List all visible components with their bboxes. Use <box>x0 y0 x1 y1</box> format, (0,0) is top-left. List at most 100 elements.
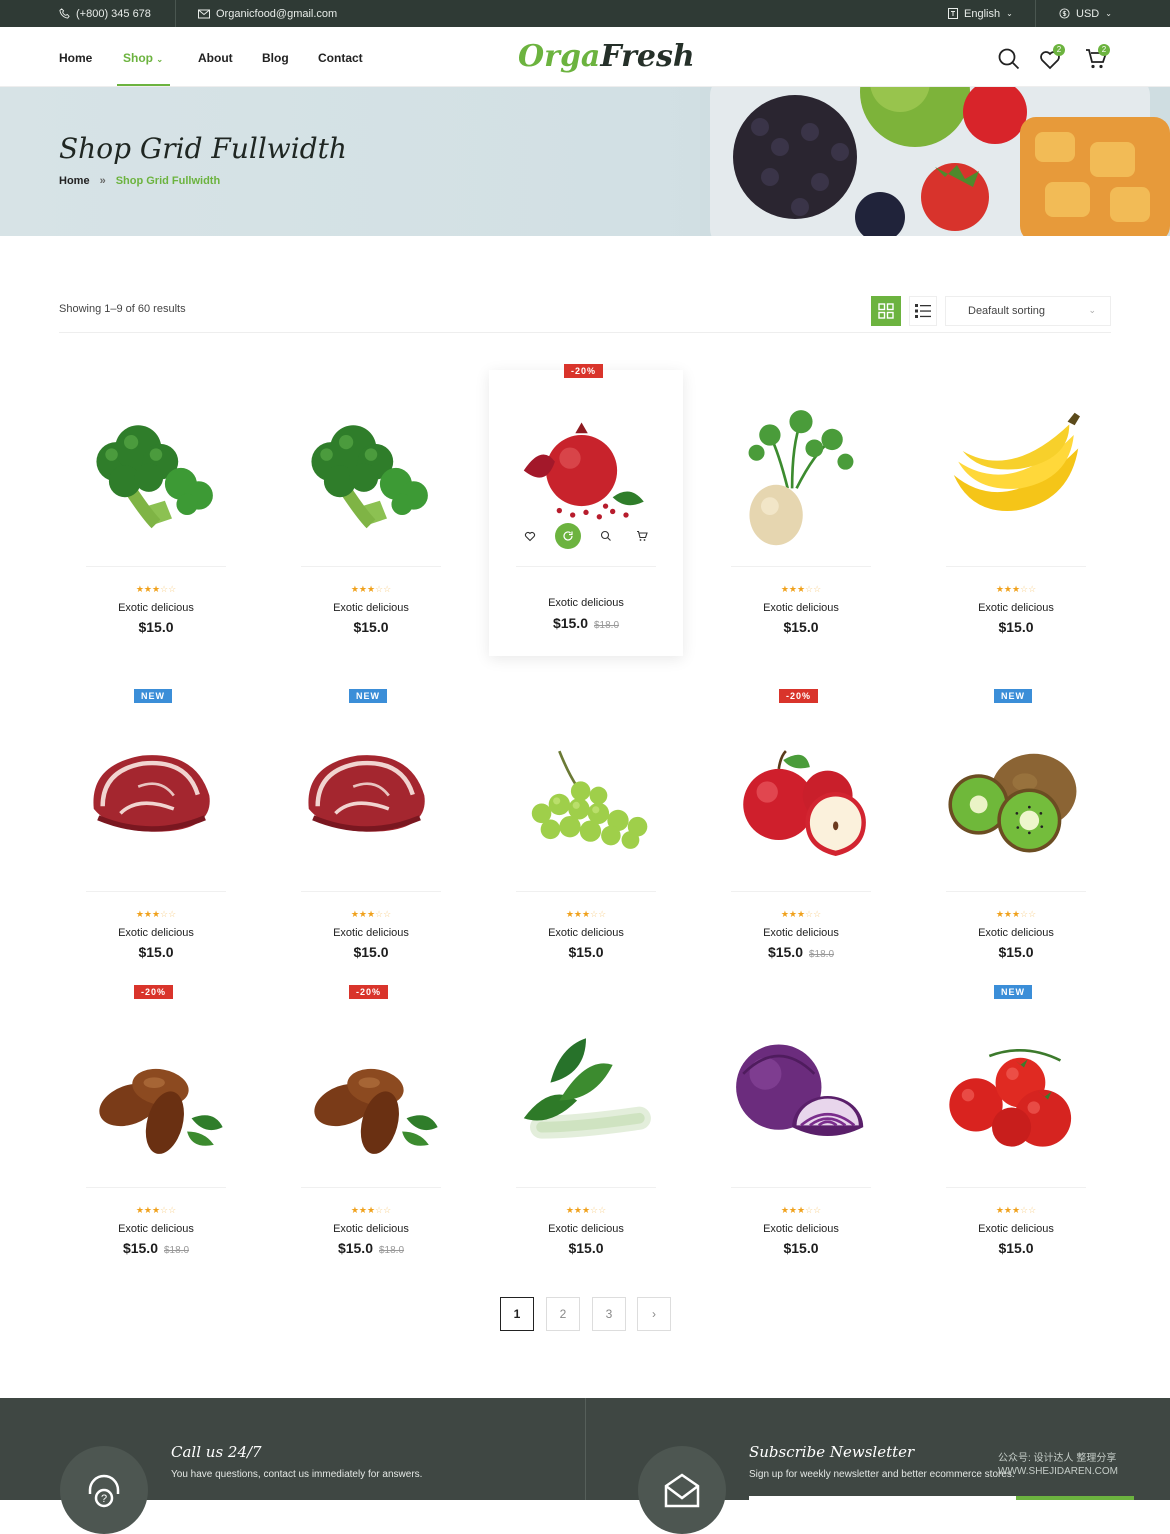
logo-text-fresh: Fresh <box>600 39 695 74</box>
page-2-button[interactable]: 2 <box>546 1297 580 1331</box>
product-card[interactable]: -20% ★★★☆☆ Exotic delicious $15.0 $18.0 <box>274 985 468 1277</box>
list-view-button[interactable] <box>909 296 937 326</box>
product-card[interactable]: ★★★☆☆ Exotic delicious $15.0 <box>274 370 468 656</box>
product-card[interactable]: ★★★☆☆ Exotic delicious $15.0 <box>704 370 898 656</box>
product-image-dates[interactable] <box>291 1011 451 1181</box>
page-3-button[interactable]: 3 <box>592 1297 626 1331</box>
product-rating: ★★★☆☆ <box>995 909 1037 919</box>
page-1-button[interactable]: 1 <box>500 1297 534 1331</box>
product-card[interactable]: ★★★☆☆ Exotic delicious $15.0 <box>704 991 898 1277</box>
product-image-grapes[interactable] <box>506 715 666 885</box>
product-name[interactable]: Exotic delicious <box>489 1223 683 1235</box>
add-to-wishlist-button[interactable] <box>519 525 541 547</box>
product-name[interactable]: Exotic delicious <box>274 602 468 614</box>
product-image-apple[interactable] <box>721 715 881 885</box>
product-image-red-cabbage[interactable] <box>721 1011 881 1181</box>
phone-contact[interactable]: (+800) 345 678 <box>59 0 151 27</box>
product-card[interactable]: NEW ★★★☆☆ Exotic delicious $15.0 <box>274 689 468 981</box>
sort-select[interactable]: Deafault sorting ⌄ <box>945 296 1111 326</box>
compare-button[interactable] <box>555 523 581 549</box>
product-card[interactable]: ★★★☆☆ Exotic delicious $15.0 <box>919 370 1113 656</box>
product-name[interactable]: Exotic delicious <box>919 1223 1113 1235</box>
product-image-dates[interactable] <box>76 1011 236 1181</box>
grid-view-button[interactable] <box>871 296 901 326</box>
topbar-divider <box>1035 0 1036 27</box>
nav-about[interactable]: About <box>198 51 233 65</box>
newsletter-email-input[interactable] <box>749 1496 1016 1500</box>
nav-shop[interactable]: Shop ⌄ <box>123 51 163 65</box>
product-image-tomato[interactable] <box>936 1011 1096 1181</box>
product-card[interactable]: ★★★☆☆ Exotic delicious $15.0 <box>59 370 253 656</box>
product-image-broccoli[interactable] <box>291 390 451 560</box>
product-name[interactable]: Exotic delicious <box>704 602 898 614</box>
product-image-meat[interactable] <box>76 715 236 885</box>
product-price-row: $15.0 $18.0 <box>489 615 683 631</box>
product-badge: NEW <box>994 689 1032 703</box>
product-price: $15.0 <box>138 944 174 960</box>
product-badge: NEW <box>134 689 172 703</box>
breadcrumb-home[interactable]: Home <box>59 175 90 187</box>
product-card[interactable]: -20% ★★★☆☆ Exotic delicious $15.0 $18.0 <box>704 689 898 981</box>
product-name[interactable]: Exotic delicious <box>274 1223 468 1235</box>
newsletter-subscribe-button[interactable] <box>1016 1496 1134 1500</box>
product-image-meat[interactable] <box>291 715 451 885</box>
search-icon <box>600 530 611 541</box>
product-image-bok-choy[interactable] <box>506 1011 666 1181</box>
product-price-row: $15.0 <box>59 944 253 960</box>
language-selector[interactable]: English ⌄ <box>948 0 1013 27</box>
product-name[interactable]: Exotic delicious <box>489 597 683 609</box>
quick-view-button[interactable] <box>595 525 617 547</box>
nav-contact[interactable]: Contact <box>318 51 363 65</box>
email-contact[interactable]: Organicfood@gmail.com <box>198 0 337 27</box>
product-card[interactable]: NEW ★★★☆☆ Exotic delicious $15.0 <box>59 689 253 981</box>
product-card[interactable]: ★★★☆☆ Exotic delicious $15.0 <box>489 695 683 981</box>
envelope-icon <box>664 1473 700 1508</box>
product-price: $15.0 <box>353 619 389 635</box>
product-image-broccoli[interactable] <box>76 390 236 560</box>
add-to-cart-button[interactable] <box>631 525 653 547</box>
product-image-celeriac[interactable] <box>721 390 881 560</box>
product-rating: ★★★☆☆ <box>995 1205 1037 1215</box>
product-name[interactable]: Exotic delicious <box>489 927 683 939</box>
card-divider <box>516 566 656 567</box>
product-name[interactable]: Exotic delicious <box>704 927 898 939</box>
product-card[interactable]: -20% ★★★☆☆ Exotic delicious $15.0 $18.0 <box>59 985 253 1277</box>
product-price: $15.0 <box>337 1240 373 1256</box>
currency-selector[interactable]: USD ⌄ <box>1059 0 1112 27</box>
phone-icon <box>59 8 70 19</box>
svg-text:?: ? <box>101 1493 107 1505</box>
next-page-button[interactable]: › <box>637 1297 671 1331</box>
product-price: $15.0 <box>568 944 604 960</box>
product-card[interactable]: NEW ★★★☆☆ Exotic delicious $15.0 <box>919 689 1113 981</box>
shop-toolbar: Showing 1–9 of 60 results Deafault sorti… <box>59 295 1111 333</box>
chevron-down-icon: ⌄ <box>1006 9 1013 18</box>
product-rating: ★★★☆☆ <box>780 909 822 919</box>
translate-icon <box>948 8 958 19</box>
nav-blog[interactable]: Blog <box>262 51 289 65</box>
nav-home[interactable]: Home <box>59 51 92 65</box>
product-price-row: $15.0 $18.0 <box>274 1240 468 1256</box>
product-name[interactable]: Exotic delicious <box>704 1223 898 1235</box>
product-name[interactable]: Exotic delicious <box>59 602 253 614</box>
product-rating: ★★★☆☆ <box>350 584 392 594</box>
product-name[interactable]: Exotic delicious <box>919 927 1113 939</box>
product-price: $15.0 <box>998 1240 1034 1256</box>
search-icon[interactable] <box>997 47 1021 71</box>
support-icon-circle: ? <box>60 1446 148 1534</box>
product-card[interactable]: NEW ★★★☆☆ Exotic delicious $15.0 <box>919 985 1113 1277</box>
product-name[interactable]: Exotic delicious <box>59 927 253 939</box>
call-title: Call us 24/7 <box>171 1443 262 1461</box>
site-logo[interactable]: OrgaFresh <box>518 39 695 74</box>
product-card[interactable]: ★★★☆☆ Exotic delicious $15.0 <box>489 991 683 1277</box>
product-name[interactable]: Exotic delicious <box>919 602 1113 614</box>
product-name[interactable]: Exotic delicious <box>274 927 468 939</box>
product-image-kiwi[interactable] <box>936 715 1096 885</box>
product-image-banana[interactable] <box>936 390 1096 560</box>
product-rating: ★★★☆☆ <box>135 584 177 594</box>
product-card[interactable]: -20% Exotic delicious $15.0 $18.0 <box>489 364 683 656</box>
product-price: $15.0 <box>353 944 389 960</box>
product-price-row: $15.0 <box>919 619 1113 635</box>
card-divider <box>946 566 1086 567</box>
product-rating: ★★★☆☆ <box>350 909 392 919</box>
product-name[interactable]: Exotic delicious <box>59 1223 253 1235</box>
